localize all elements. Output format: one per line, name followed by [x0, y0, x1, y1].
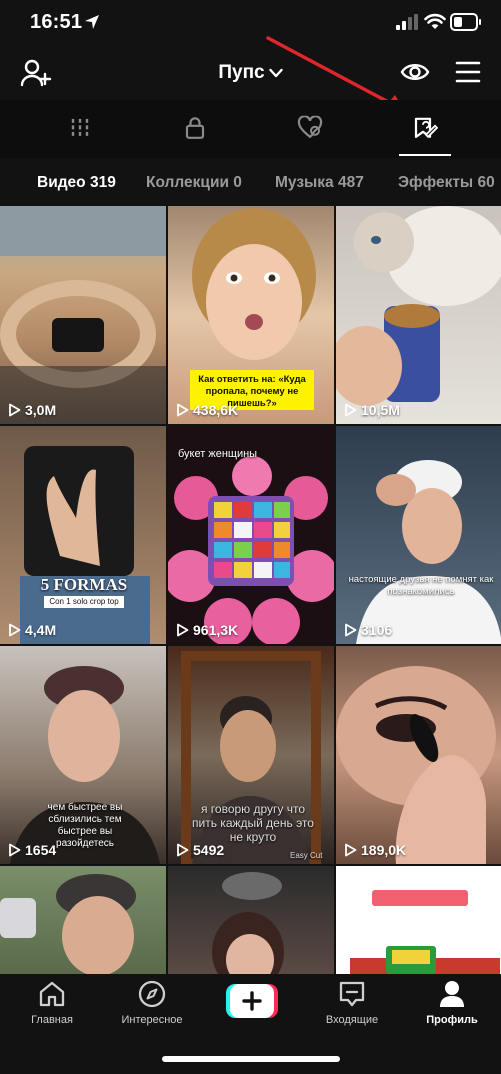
video-caption: я говорю другу что пить каждый день это … [192, 802, 314, 844]
cellular-signal-icon [396, 14, 418, 30]
video-thumbnail [336, 206, 501, 406]
video-thumbnail [356, 460, 501, 644]
tab-favorites[interactable] [375, 100, 475, 158]
play-icon [177, 623, 189, 637]
tab-liked[interactable] [260, 100, 360, 158]
tab-collections[interactable]: Коллекции 0 [146, 174, 242, 192]
create-button[interactable] [226, 984, 278, 1018]
tab-videos[interactable] [30, 100, 130, 158]
view-count: 3,0M [8, 402, 56, 418]
nav-discover[interactable]: Интересное [102, 980, 202, 1026]
play-icon [9, 403, 21, 417]
view-count: 5492 [176, 842, 224, 858]
grid-icon [71, 118, 89, 137]
nav-home[interactable]: Главная [2, 980, 102, 1026]
nav-home-label: Главная [31, 1014, 73, 1026]
lock-icon [185, 117, 205, 139]
view-count: 1654 [8, 842, 56, 858]
view-count: 961,3K [176, 622, 238, 638]
play-icon [9, 843, 21, 857]
view-count: 3106 [344, 622, 392, 638]
home-indicator [162, 1056, 340, 1062]
video-subcaption: Con 1 solo crop top [44, 596, 124, 608]
tab-private[interactable] [145, 100, 245, 158]
tab-music[interactable]: Музыка 487 [275, 174, 364, 192]
battery-icon [450, 13, 481, 31]
video-thumbnail [336, 666, 496, 864]
video-tile[interactable] [336, 866, 501, 974]
video-tile[interactable]: 5 FORMAS Con 1 solo crop top 4,4M [0, 426, 166, 644]
tab-videos-count[interactable]: Видео 319 [37, 174, 116, 192]
video-tile[interactable]: букет женщины 961,3K [168, 426, 334, 644]
menu-icon[interactable] [455, 60, 481, 84]
video-thumbnail [350, 890, 500, 974]
profile-icon [440, 981, 464, 1007]
wifi-icon [424, 13, 446, 29]
play-icon [345, 403, 357, 417]
video-thumbnail [0, 874, 136, 974]
video-watermark: Easy Cut [290, 851, 323, 860]
profile-name: Пупс [218, 62, 265, 83]
view-count: 438,6K [176, 402, 238, 418]
video-caption: 5 FORMAS [40, 575, 128, 594]
video-grid: 3,0M Как ответить на: «Куда пропала, поч… [0, 206, 501, 974]
compass-icon [138, 980, 166, 1008]
favorites-icon [414, 117, 438, 139]
video-tile[interactable]: я говорю другу что пить каждый день это … [168, 646, 334, 864]
video-tile[interactable]: настоящие друзья не помнят как познакоми… [336, 426, 501, 644]
bottom-nav: Главная Интересное Входящие Профиль [0, 974, 501, 1074]
play-icon [9, 623, 21, 637]
video-tile[interactable]: 3,0M [0, 206, 166, 424]
video-tile[interactable] [168, 866, 334, 974]
video-tile[interactable]: 10,5M [336, 206, 501, 424]
chevron-down-icon [268, 68, 283, 78]
status-time: 16:51 [30, 11, 83, 33]
status-bar: 16:51 [0, 0, 501, 46]
tab-effects[interactable]: Эффекты 60 [398, 174, 495, 192]
location-arrow-icon [85, 15, 99, 29]
eye-icon[interactable] [400, 60, 430, 84]
view-count: 189,0K [344, 842, 406, 858]
video-caption: настоящие друзья не помнят как познакоми… [348, 574, 494, 597]
video-tile[interactable]: Как ответить на: «Куда пропала, почему н… [168, 206, 334, 424]
nav-profile[interactable]: Профиль [402, 980, 501, 1026]
inbox-icon [339, 981, 365, 1007]
profile-header: Пупс [0, 46, 501, 98]
home-icon [39, 981, 65, 1007]
video-thumbnail [0, 206, 166, 424]
video-caption: букет женщины [178, 448, 258, 460]
icon-tab-bar [0, 100, 501, 158]
play-icon [345, 623, 357, 637]
video-tile[interactable] [0, 866, 166, 974]
play-icon [345, 843, 357, 857]
nav-inbox[interactable]: Входящие [302, 980, 402, 1026]
view-count: 10,5M [344, 402, 400, 418]
nav-profile-label: Профиль [426, 1014, 478, 1026]
nav-inbox-label: Входящие [325, 1014, 379, 1026]
liked-heart-icon [297, 115, 323, 139]
video-thumbnail [212, 872, 284, 974]
play-icon [177, 403, 189, 417]
play-icon [177, 843, 189, 857]
content-tab-bar: Видео 319 Коллекции 0 Музыка 487 Эффекты… [0, 160, 501, 206]
video-tile[interactable]: 189,0K [336, 646, 501, 864]
view-count: 4,4M [8, 622, 56, 638]
nav-discover-label: Интересное [121, 1014, 183, 1026]
video-thumbnail [20, 446, 150, 644]
video-tile[interactable]: чем быстрее вы сблизились тем быстрее вы… [0, 646, 166, 864]
